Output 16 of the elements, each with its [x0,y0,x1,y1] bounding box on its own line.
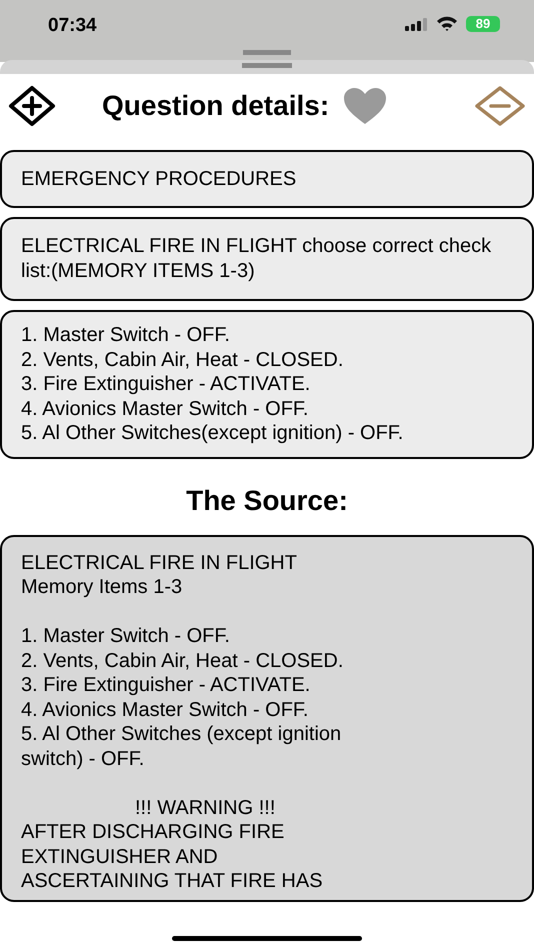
warning-heading: !!! WARNING !!! [134,796,276,820]
source-paragraph: 1. Master Switch - OFF. 2. Vents, Cabin Air, Heat - CLOSED. 3. Fire Extinguisher - ACTIVATE. 4. Avionics Master Switch - OFF. 5. Al Other Switches (except ignition switch) - OFF. [21,624,344,771]
add-icon[interactable] [8,85,56,127]
wifi-icon [436,16,458,32]
status-time: 07:34 [48,14,97,38]
category-card: EMERGENCY PROCEDURES [0,150,534,208]
question-card: ELECTRICAL FIRE IN FLIGHT choose correct check list:(MEMORY ITEMS 1-3) [0,217,534,301]
source-paragraph: AFTER DISCHARGING FIRE EXTINGUISHER AND ASCERTAINING THAT FIRE HAS [21,820,324,894]
battery-indicator: 89 [466,16,500,32]
section-title: The Source: [185,484,349,516]
signal-icon [405,17,427,32]
screen-title: Question details: [102,89,330,123]
source-paragraph: ELECTRICAL FIRE IN FLIGHT Memory Items 1-3 [21,550,298,600]
answer-card: 1. Master Switch - OFF. 2. Vents, Cabin Air, Heat - CLOSED. 3. Fire Extinguisher - ACTIVATE. 4. Avionics Master Switch - OFF. 5. Al Other Switches(except ignition) - OFF. [0,310,534,458]
heart-icon[interactable] [343,87,388,125]
remove-icon[interactable] [474,85,526,127]
